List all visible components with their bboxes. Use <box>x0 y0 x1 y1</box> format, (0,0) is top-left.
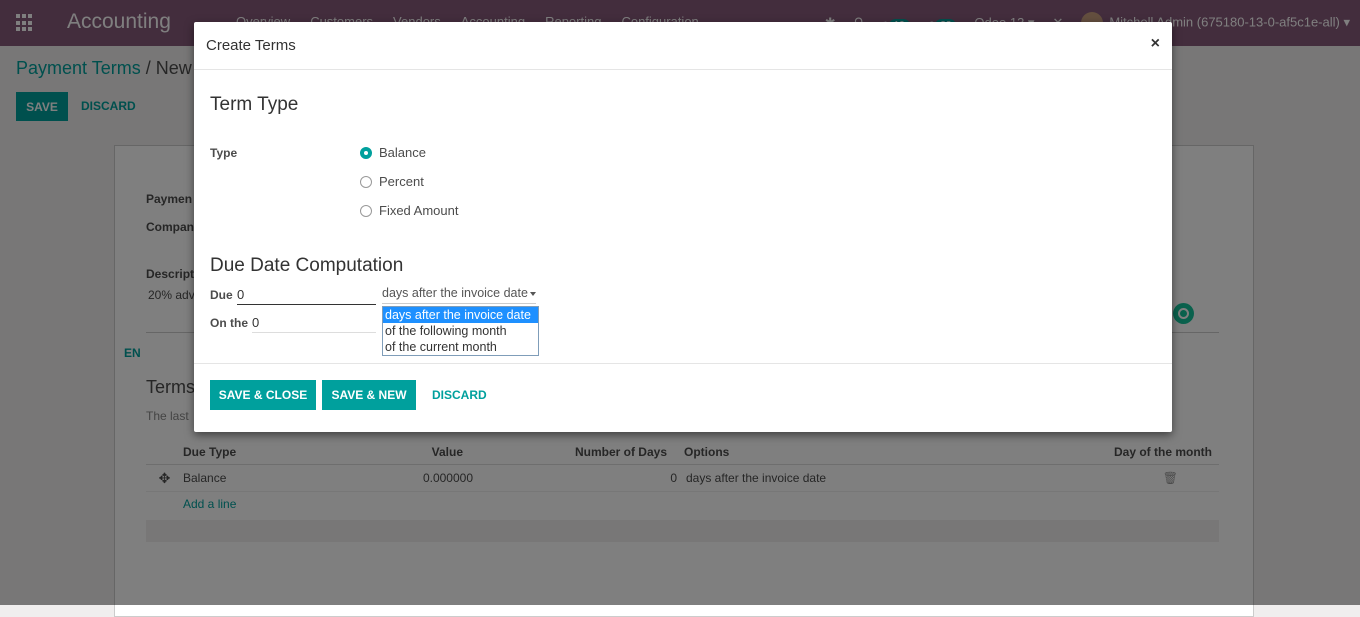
due-label: Due <box>210 288 233 302</box>
save-new-button[interactable]: SAVE & NEW <box>322 380 416 410</box>
on-the-label: On the <box>210 316 248 330</box>
option-after-invoice-date[interactable]: days after the invoice date <box>383 307 538 323</box>
close-icon[interactable]: × <box>1151 35 1160 53</box>
day-of-month-input[interactable]: 0 <box>252 315 376 333</box>
option-current-month[interactable]: of the current month <box>383 339 538 355</box>
modal-title: Create Terms <box>206 37 296 54</box>
radio-percent[interactable]: Percent <box>360 174 424 189</box>
modal-discard-button[interactable]: DISCARD <box>432 388 487 402</box>
option-following-month[interactable]: of the following month <box>383 323 538 339</box>
due-date-heading: Due Date Computation <box>210 255 404 276</box>
create-terms-dialog: Create Terms × Term Type Type Balance Pe… <box>194 22 1172 432</box>
due-days-input[interactable]: 0 <box>237 287 376 305</box>
radio-balance-indicator[interactable] <box>360 146 372 159</box>
save-close-button[interactable]: SAVE & CLOSE <box>210 380 316 410</box>
chevron-down-icon <box>530 292 536 296</box>
modal-footer: SAVE & CLOSE SAVE & NEW DISCARD <box>194 363 1172 433</box>
due-option-select[interactable]: days after the invoice date <box>382 286 536 304</box>
radio-fixed-amount-indicator[interactable] <box>360 204 372 217</box>
radio-percent-indicator[interactable] <box>360 175 372 188</box>
type-label: Type <box>210 146 238 160</box>
radio-balance[interactable]: Balance <box>360 145 426 160</box>
due-option-dropdown: days after the invoice date of the follo… <box>382 306 539 356</box>
term-type-heading: Term Type <box>210 94 299 115</box>
radio-fixed-amount[interactable]: Fixed Amount <box>360 203 459 218</box>
modal-header: Create Terms × <box>194 22 1172 70</box>
